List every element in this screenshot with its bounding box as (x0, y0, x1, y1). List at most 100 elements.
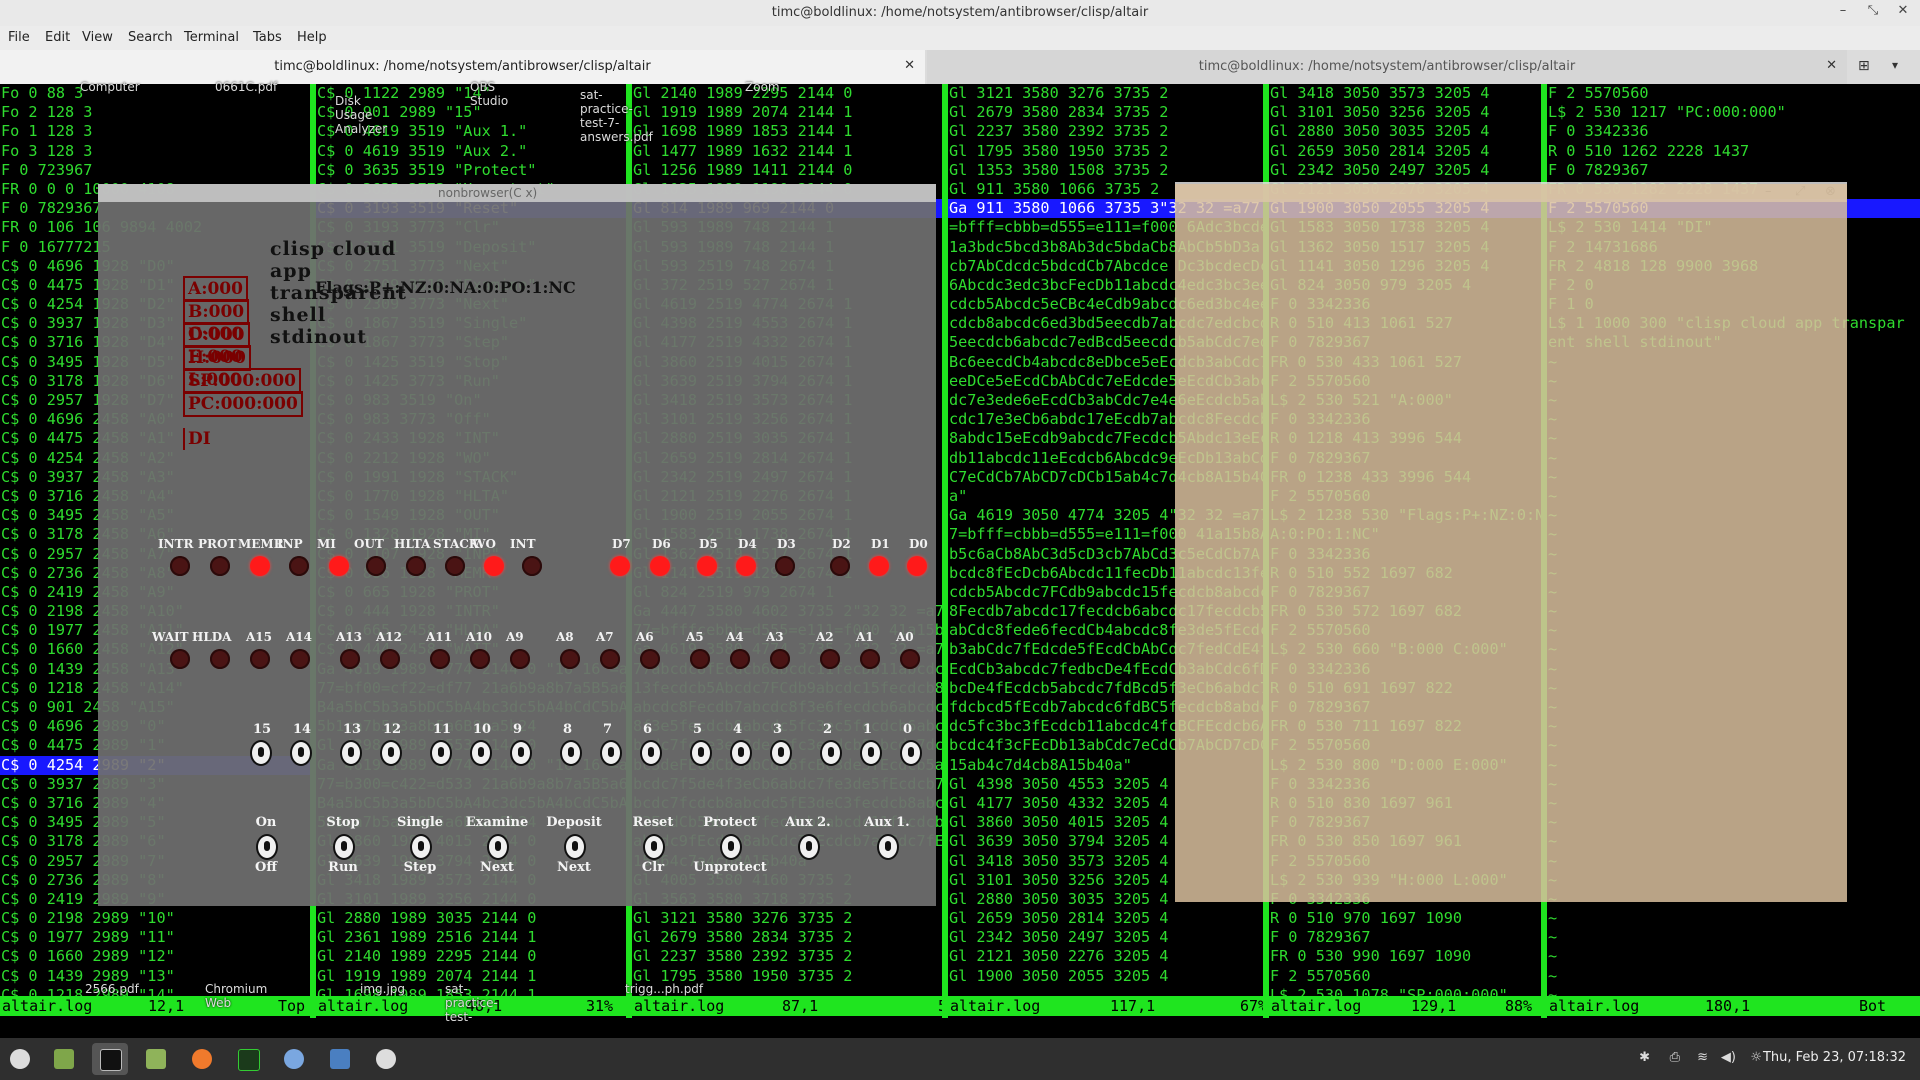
menu-search[interactable]: Search (128, 30, 173, 45)
tab-1-close-icon[interactable]: ✕ (904, 58, 915, 73)
taskbar-settings[interactable] (368, 1043, 404, 1075)
taskbar: ✱ ⎙ ≋ ◀) ☼ Thu, Feb 23, 07:18:32 (0, 1038, 1920, 1080)
switch-label: 7 (603, 722, 613, 737)
control-switch-top-label: Single (396, 815, 444, 830)
menu-help[interactable]: Help (297, 30, 327, 45)
restore-button[interactable]: ⤡ (1862, 3, 1884, 18)
switch-label: 15 (253, 722, 272, 737)
sense-switch[interactable] (250, 740, 272, 766)
sense-switch[interactable] (640, 740, 662, 766)
close-button[interactable]: ✕ (1892, 3, 1914, 18)
control-switch[interactable] (564, 834, 586, 860)
log-line: Gl 2361 1989 2516 2144 1 (317, 928, 537, 947)
control-switch[interactable] (333, 834, 355, 860)
tab-menu-icon[interactable]: ▾ (1892, 58, 1912, 76)
system-monitor-icon (238, 1049, 260, 1071)
taskbar-system-monitor[interactable] (230, 1043, 266, 1075)
desktop-icon-label[interactable]: OBS Studio (470, 80, 508, 108)
desktop-icon-label[interactable]: Chromium Web (205, 982, 267, 1010)
desktop-icon-label[interactable]: img.jpg (360, 982, 405, 996)
printer-icon[interactable]: ⎙ (1670, 1050, 1680, 1065)
control-switch[interactable] (798, 834, 820, 860)
control-switch[interactable] (256, 834, 278, 860)
address-led (510, 649, 530, 669)
control-switch[interactable] (877, 834, 899, 860)
wifi-icon[interactable]: ≋ (1697, 1050, 1708, 1065)
settings-gear-icon (376, 1049, 396, 1069)
desktop-icon-label[interactable]: sat-practice-test-7-answers.pdf (580, 88, 653, 144)
tab-2[interactable]: timc@boldlinux: /home/notsystem/antibrow… (927, 50, 1847, 84)
taskbar-chromium[interactable] (276, 1043, 312, 1075)
desktop-icon-label[interactable]: Computer (80, 80, 140, 94)
log-line: Gl 2679 3580 2834 3735 2 (949, 103, 1169, 122)
sense-switch[interactable] (770, 740, 792, 766)
control-switch-top-label: Protect (703, 815, 757, 830)
minimize-button[interactable]: – (1832, 3, 1854, 18)
status-scroll-percent: 67% (1240, 997, 1263, 1015)
brightness-icon[interactable]: ☼ (1750, 1050, 1762, 1065)
wait-led (210, 649, 230, 669)
desktop-icon-label[interactable]: 0661C.pdf (215, 80, 277, 94)
clock[interactable]: Thu, Feb 23, 07:18:32 (1763, 1050, 1906, 1065)
status-cursor-position: 117,1 (1110, 997, 1156, 1015)
desktop-icon-label[interactable]: 2566.pdf (85, 982, 139, 996)
sense-switch[interactable] (900, 740, 922, 766)
control-switch[interactable] (487, 834, 509, 860)
desktop-icon-label[interactable]: Disk Usage Analyzer (335, 94, 387, 136)
new-tab-icon[interactable]: ⊞ (1858, 58, 1878, 76)
log-line: Gl 2121 3050 2276 3205 4 (949, 947, 1169, 966)
menu-file[interactable]: File (8, 30, 30, 45)
menu-view[interactable]: View (82, 30, 113, 45)
address-led-label: A1 (856, 630, 874, 644)
control-switch[interactable] (720, 834, 742, 860)
sense-switch[interactable] (560, 740, 582, 766)
control-switch-top-label: On (255, 815, 277, 830)
sense-switch[interactable] (820, 740, 842, 766)
taskbar-terminal[interactable] (92, 1043, 128, 1075)
control-switch-bottom-label: Off (255, 860, 277, 875)
switch-label: 4 (733, 722, 743, 737)
log-line: Fo 3 128 3 (1, 141, 93, 160)
sense-switch[interactable] (380, 740, 402, 766)
bluetooth-icon[interactable]: ✱ (1639, 1050, 1650, 1065)
sense-switch[interactable] (430, 740, 452, 766)
menu-terminal[interactable]: Terminal (184, 30, 239, 45)
menu-edit[interactable]: Edit (45, 30, 70, 45)
log-line: Gl 2679 3580 2834 3735 2 (633, 928, 853, 947)
log-line: F 0 723967 (1, 160, 93, 179)
sense-switch[interactable] (340, 740, 362, 766)
sense-switch[interactable] (470, 740, 492, 766)
desktop-icon-label[interactable]: trigg...ph.pdf (625, 982, 703, 996)
tab-1[interactable]: timc@boldlinux: /home/notsystem/antibrow… (0, 50, 925, 84)
log-line: R 0 510 1262 2228 1437 (1548, 141, 1750, 160)
status-filename: altair.log (1549, 997, 1640, 1015)
address-led (340, 649, 360, 669)
sense-switch[interactable] (510, 740, 532, 766)
status-led-label: WO (472, 537, 496, 551)
log-line: Gl 1795 3580 1950 3735 2 (949, 141, 1169, 160)
control-switch[interactable] (643, 834, 665, 860)
desktop-icon-label[interactable]: Zoom (745, 80, 780, 94)
start-menu-button[interactable] (2, 1043, 38, 1075)
sense-switch[interactable] (730, 740, 752, 766)
sense-switch[interactable] (600, 740, 622, 766)
mint-menu-icon (10, 1049, 30, 1069)
taskbar-firefox[interactable] (184, 1043, 220, 1075)
log-line: Gl 2659 3050 2814 3205 4 (949, 909, 1169, 928)
control-switch[interactable] (410, 834, 432, 860)
sense-switch[interactable] (690, 740, 712, 766)
menu-tabs[interactable]: Tabs (253, 30, 282, 45)
sense-switch[interactable] (860, 740, 882, 766)
sense-switch[interactable] (290, 740, 312, 766)
volume-icon[interactable]: ◀) (1721, 1050, 1736, 1065)
tab-2-close-icon[interactable]: ✕ (1826, 58, 1837, 73)
status-filename: altair.log (950, 997, 1041, 1015)
log-line: L$ 2 530 1078 "SP:000:000" (1270, 985, 1508, 996)
window-title: timc@boldlinux: /home/notsystem/antibrow… (771, 5, 1149, 20)
desktop-icon-label[interactable]: sat-practice-test- (445, 982, 498, 1024)
status-led (170, 556, 190, 576)
taskbar-folder[interactable] (138, 1043, 174, 1075)
taskbar-camera[interactable] (322, 1043, 358, 1075)
taskbar-files[interactable] (46, 1043, 82, 1075)
switch-label: 5 (693, 722, 703, 737)
